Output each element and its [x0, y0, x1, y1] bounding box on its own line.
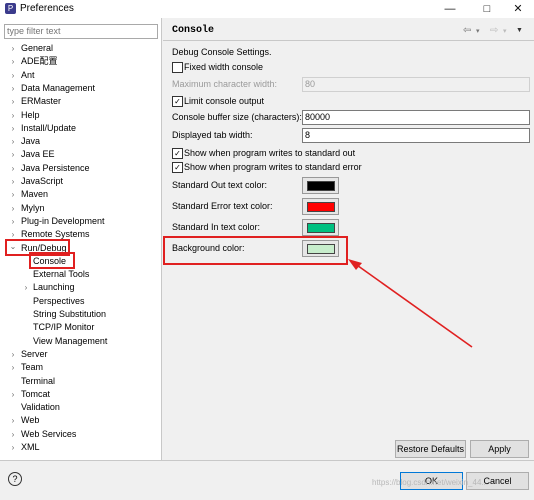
minimize-button[interactable]: — — [437, 1, 463, 17]
show-stdout-label: Show when program writes to standard out — [184, 148, 356, 158]
chevron-right-icon[interactable]: › — [9, 348, 17, 361]
chevron-right-icon[interactable]: › — [9, 361, 17, 374]
chevron-right-icon[interactable]: › — [9, 414, 17, 427]
chevron-right-icon[interactable]: › — [9, 175, 17, 188]
tree-item-label: Plug-in Development — [21, 215, 105, 226]
fixed-width-label: Fixed width console — [184, 62, 264, 72]
help-icon[interactable]: ? — [8, 472, 22, 486]
background-color-highlight — [163, 236, 348, 265]
tree-item-label: General — [21, 43, 54, 53]
show-stderr-label: Show when program writes to standard err… — [184, 162, 362, 172]
tree-item-label: Tomcat — [21, 388, 51, 399]
filter-input[interactable] — [4, 24, 158, 39]
close-button[interactable]: ✕ — [505, 1, 531, 17]
page-title: Console — [172, 25, 215, 36]
tree-item-label: Perspectives — [33, 295, 85, 306]
tree-item-label: Data Management — [21, 82, 96, 93]
tree-item-label: Team — [21, 362, 44, 373]
tree-item-label: JavaScript — [21, 176, 64, 186]
chevron-right-icon[interactable]: › — [9, 82, 17, 95]
apply-button[interactable]: Apply — [470, 440, 529, 458]
fixed-width-checkbox[interactable] — [172, 62, 183, 73]
chevron-right-icon[interactable]: › — [9, 135, 17, 148]
description: Debug Console Settings. — [172, 47, 272, 57]
chevron-right-icon[interactable]: › — [9, 148, 17, 161]
stdout-color-swatch — [307, 181, 335, 191]
stderr-color-swatch — [307, 202, 335, 212]
tree-item-label: ERMaster — [21, 96, 62, 107]
tree-item-label: Install/Update — [21, 122, 77, 133]
chevron-right-icon[interactable]: › — [9, 95, 17, 108]
forward-menu-icon[interactable]: ▾ — [503, 27, 507, 35]
tree-item-label: Terminal — [21, 375, 56, 386]
chevron-right-icon[interactable]: › — [9, 109, 17, 122]
chevron-right-icon[interactable]: › — [9, 162, 17, 175]
tree-item-label: Web Services — [21, 428, 77, 439]
preferences-icon: P — [5, 3, 16, 14]
tree-item-label: Ant — [21, 69, 35, 80]
window-title: Preferences — [20, 3, 74, 14]
chevron-right-icon[interactable]: › — [9, 202, 17, 215]
restore-defaults-button[interactable]: Restore Defaults — [395, 440, 466, 458]
forward-icon[interactable]: ⇨ — [490, 25, 498, 36]
chevron-right-icon[interactable]: › — [9, 441, 17, 454]
header-separator — [163, 40, 534, 41]
footer-separator — [0, 460, 534, 461]
tree-item-label: Validation — [21, 402, 60, 413]
stdout-color-label: Standard Out text color: — [172, 180, 268, 190]
chevron-right-icon[interactable]: › — [9, 215, 17, 228]
tree-item-label: Web — [21, 415, 40, 426]
tree-item-label: Mylyn — [21, 202, 45, 213]
tab-width-label: Displayed tab width: — [172, 130, 253, 140]
tree-item-label: Java — [21, 136, 41, 147]
tree-item-label: ADE配置 — [21, 56, 58, 67]
tree-item-label: Java Persistence — [21, 162, 90, 173]
back-icon[interactable]: ⇦ — [463, 25, 471, 36]
tree-item-label: View Management — [33, 335, 108, 346]
stdin-color-button[interactable] — [302, 219, 339, 236]
chevron-right-icon[interactable]: › — [9, 122, 17, 135]
chevron-right-icon[interactable]: › — [22, 281, 30, 294]
view-menu-icon[interactable]: ▼ — [516, 27, 523, 34]
tree-item-label: External Tools — [33, 269, 90, 280]
show-stdout-checkbox[interactable]: ✓ — [172, 148, 183, 159]
tab-width-field[interactable]: 8 — [302, 128, 530, 143]
chevron-right-icon[interactable]: › — [9, 428, 17, 441]
stderr-color-label: Standard Error text color: — [172, 201, 273, 211]
title-bar: P Preferences — □ ✕ — [0, 0, 534, 18]
limit-output-label: Limit console output — [184, 96, 265, 106]
buffer-size-field[interactable]: 80000 — [302, 110, 530, 125]
tree-item-label: Java EE — [21, 149, 55, 160]
show-stderr-checkbox[interactable]: ✓ — [172, 162, 183, 173]
stdin-color-swatch — [307, 223, 335, 233]
max-char-width-field: 80 — [302, 77, 530, 92]
tree-item-label: Launching — [33, 282, 75, 293]
chevron-right-icon[interactable]: › — [9, 69, 17, 82]
chevron-right-icon[interactable]: › — [9, 55, 17, 68]
console-highlight — [29, 252, 75, 269]
tree-item-label: Help — [21, 109, 40, 120]
annotation-arrow-icon — [348, 259, 473, 348]
back-menu-icon[interactable]: ▾ — [476, 27, 480, 35]
stdout-color-button[interactable] — [302, 177, 339, 194]
stderr-color-button[interactable] — [302, 198, 339, 215]
tree-item-label: TCP/IP Monitor — [33, 322, 95, 333]
buffer-size-label: Console buffer size (characters): — [172, 112, 302, 122]
tree-item-label: XML — [21, 442, 40, 452]
max-char-width-label: Maximum character width: — [172, 79, 278, 89]
tree-item-label: Server — [21, 348, 48, 359]
tree-item-label: Maven — [21, 189, 49, 200]
chevron-right-icon[interactable]: › — [9, 42, 17, 55]
watermark: https://blog.csdn.net/weixin_44... — [372, 478, 489, 487]
chevron-right-icon[interactable]: › — [9, 388, 17, 401]
chevron-right-icon[interactable]: › — [9, 188, 17, 201]
maximize-button[interactable]: □ — [474, 1, 500, 17]
stdin-color-label: Standard In text color: — [172, 222, 261, 232]
limit-output-checkbox[interactable]: ✓ — [172, 96, 183, 107]
tree-item-label: String Substitution — [33, 309, 107, 319]
